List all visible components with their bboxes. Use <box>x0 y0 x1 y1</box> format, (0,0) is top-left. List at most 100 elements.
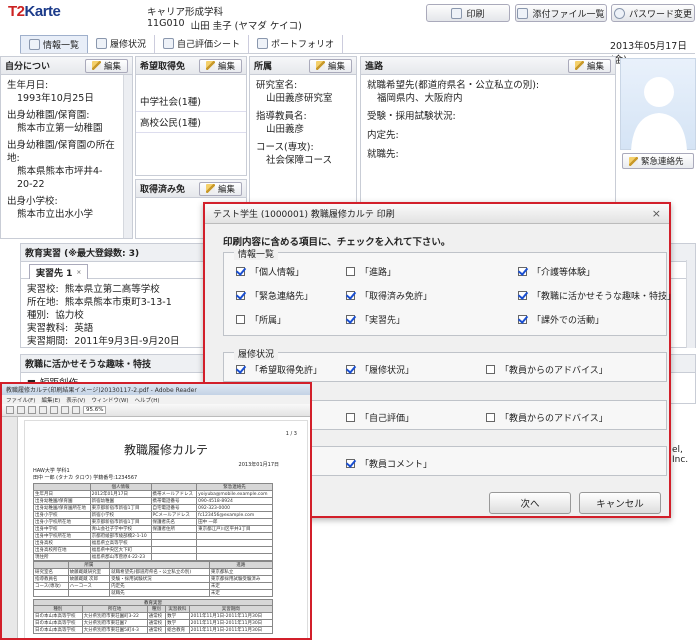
student-name: 山田 圭子 (ヤマダ ケイコ) <box>190 21 302 32</box>
checkbox[interactable] <box>236 267 245 276</box>
zoom-level[interactable]: 95.6% <box>83 406 107 414</box>
next-button[interactable]: 次へ <box>489 492 571 514</box>
table-cell: 新宿小学校 <box>89 511 152 519</box>
checkbox[interactable] <box>518 291 527 300</box>
affiliation-edit-button[interactable]: 編集 <box>308 58 352 73</box>
option-practice-site[interactable]: 「実習先」 <box>346 313 405 326</box>
tab-portfolio[interactable]: ポートフォリオ <box>249 34 344 53</box>
table-cell: yoiyuba@mobile.example.com <box>196 490 273 498</box>
attachment-icon <box>517 7 529 19</box>
table-row: 日の本山本高等学校 大分県別府市東荘園5町4-3 通常校 総合教育 2011年11月1日… <box>33 626 274 634</box>
table-cell <box>150 532 198 540</box>
print-icon[interactable] <box>17 406 25 414</box>
pdf-menu-file[interactable]: ファイル(F) <box>6 396 35 404</box>
option-emergency-contact[interactable]: 「緊急連絡先」 <box>236 289 313 302</box>
practice-tab-1[interactable]: 実習先 1 × <box>29 264 89 279</box>
pdf-page-number: 1 / 3 <box>285 431 297 437</box>
email-icon[interactable] <box>28 406 36 414</box>
attachments-button[interactable]: 添付ファイル一覧 <box>515 4 607 22</box>
table-cell: 福島県中央区大下町 <box>89 546 152 554</box>
self-edit-button[interactable]: 編集 <box>84 58 128 73</box>
option-teacher-advice[interactable]: 「教員からのアドバイス」 <box>486 363 608 376</box>
close-tab-icon[interactable]: × <box>76 269 81 276</box>
self-panel-scrollbar[interactable] <box>123 75 132 238</box>
table-cell <box>150 539 198 547</box>
emergency-contact-button[interactable]: 緊急連絡先 <box>622 153 694 169</box>
zoom-in-icon[interactable] <box>72 406 80 414</box>
option-extracurricular[interactable]: 「課外での活動」 <box>518 313 604 326</box>
option-course-status[interactable]: 「履修状況」 <box>346 363 414 376</box>
table-row: 出身中学校所在地 京都府綾部市綾部橋2-1-10 <box>33 532 273 540</box>
career-edit-button[interactable]: 編集 <box>567 58 611 73</box>
checkbox[interactable] <box>346 267 355 276</box>
checkbox[interactable] <box>346 459 355 468</box>
table-cell: 内定先 <box>109 582 210 590</box>
practice-scrollbar[interactable] <box>686 260 695 348</box>
list-item: 中学社会(1種) <box>136 91 246 112</box>
checkbox[interactable] <box>346 413 355 422</box>
table-header-cell: 進路 <box>208 561 274 569</box>
table-cell <box>67 589 111 597</box>
zoom-out-icon[interactable] <box>61 406 69 414</box>
table-cell: 東京都新宿市新宿1丁目 <box>89 518 152 526</box>
checkbox[interactable] <box>486 413 495 422</box>
option-wish-license[interactable]: 「希望取得免許」 <box>236 363 322 376</box>
table-header-cell: 実習期間 <box>188 605 274 613</box>
checkbox[interactable] <box>346 291 355 300</box>
option-affiliation[interactable]: 「所属」 <box>236 313 286 326</box>
pdf-person: 田中 一郎 (タナカ タロウ) 学籍番号:1234567 <box>33 475 138 481</box>
cancel-button[interactable]: キャンセル <box>579 492 661 514</box>
table-cell: 出身幼稚園/保育園所在地 <box>33 504 91 512</box>
password-change-button[interactable]: パスワード変更 <box>611 4 695 22</box>
pdf-menu-window[interactable]: ウィンドウ(W) <box>91 396 128 404</box>
pdf-menu-edit[interactable]: 編集(E) <box>41 396 60 404</box>
checkbox[interactable] <box>236 365 245 374</box>
table-cell: 日の本山本高等学校 <box>33 612 83 620</box>
checkbox[interactable] <box>518 315 527 324</box>
close-icon[interactable]: × <box>652 207 661 220</box>
prev-page-icon[interactable] <box>39 406 47 414</box>
option-care-experience[interactable]: 「介護等体験」 <box>518 265 595 278</box>
checkbox[interactable] <box>236 315 245 324</box>
option-acquired-license[interactable]: 「取得済み免許」 <box>346 289 432 302</box>
table-header-cell <box>109 561 210 569</box>
wish-edit-button[interactable]: 編集 <box>198 58 242 73</box>
pdf-menu-help[interactable]: ヘルプ(H) <box>135 396 160 404</box>
checkbox[interactable] <box>236 291 245 300</box>
table-header-cell: 種別 <box>33 605 83 613</box>
table-row: 就職先 未定 <box>33 589 274 597</box>
table-cell <box>196 553 273 561</box>
student-id: 11G010 <box>147 18 185 29</box>
print-button[interactable]: 印刷 <box>426 4 510 22</box>
dialog-instruction: 印刷内容に含める項目に、チェックを入れて下さい。 <box>223 237 451 248</box>
option-personal-info[interactable]: 「個人情報」 <box>236 265 304 278</box>
option-self-evaluation[interactable]: 「自己評価」 <box>346 411 414 424</box>
option-hobby-skills[interactable]: 「教職に活かせそうな趣味・特技」 <box>518 289 676 302</box>
tab-self-evaluation[interactable]: 自己評価シート <box>155 34 250 53</box>
checkbox[interactable] <box>346 315 355 324</box>
table-cell: 生年月日 <box>33 490 91 498</box>
table-row: 出身中学校 青山会社子学中学校 保護者住所 東京都江戸川区平井3丁目 <box>33 525 273 533</box>
tab-course-status[interactable]: 履修状況 <box>88 34 156 53</box>
checkbox[interactable] <box>346 365 355 374</box>
option-teacher-comment[interactable]: 「教員コメント」 <box>346 457 432 470</box>
table-header-cell <box>150 483 198 491</box>
acquired-edit-button[interactable]: 編集 <box>198 181 242 196</box>
table-cell: 2011年11月1日-2011年11月30日 <box>188 619 274 627</box>
table-cell: 通常校 <box>146 626 167 634</box>
table-cell: 日の本山本高等学校 <box>33 619 83 627</box>
table-header-cell <box>33 561 69 569</box>
tab-info-list[interactable]: 情報一覧 <box>20 34 89 53</box>
pdf-menu-view[interactable]: 表示(V) <box>66 396 85 404</box>
next-page-icon[interactable] <box>50 406 58 414</box>
checkbox[interactable] <box>486 365 495 374</box>
table-cell: 通常校 <box>146 612 167 620</box>
option-teacher-advice-2[interactable]: 「教員からのアドバイス」 <box>486 411 608 424</box>
table-row: コース(専攻) ハーコース 内定先 未定 <box>33 582 274 590</box>
open-icon[interactable] <box>6 406 14 414</box>
table-cell: 携帯電話番号 <box>150 497 198 505</box>
checkbox[interactable] <box>518 267 527 276</box>
option-career[interactable]: 「進路」 <box>346 265 396 278</box>
table-cell: 故藤蔵蔵 次郎 <box>67 575 111 583</box>
table-cell <box>150 546 198 554</box>
